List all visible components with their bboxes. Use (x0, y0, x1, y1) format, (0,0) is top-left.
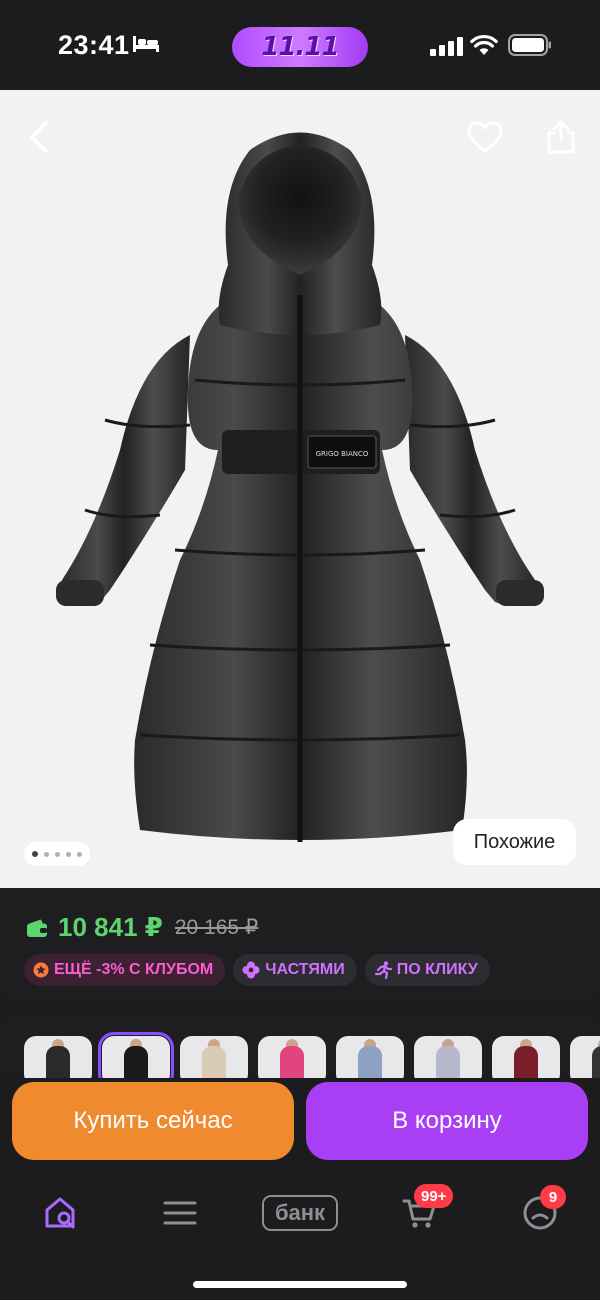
share-icon (547, 120, 575, 154)
similar-button[interactable]: Похожие (453, 819, 576, 865)
nav-bank[interactable]: банк (260, 1192, 340, 1234)
add-to-cart-button[interactable]: В корзину (306, 1082, 588, 1160)
pagination-dot (66, 851, 71, 857)
runner-icon (374, 961, 392, 979)
buy-now-button[interactable]: Купить сейчас (12, 1082, 294, 1160)
product-image-gallery[interactable]: GRIGO BIANCO Похожие (0, 90, 600, 890)
pagination-dot (55, 851, 60, 857)
current-price: 10 841 ₽ (58, 912, 163, 942)
menu-icon (163, 1201, 197, 1225)
back-button[interactable] (14, 112, 64, 162)
installments-badge[interactable]: ЧАСТЯМИ (233, 954, 357, 986)
price-card: 10 841 ₽ 20 165 ₽ ЕЩЁ -3% С КЛУБОМ ЧАСТЯ… (0, 888, 600, 1006)
belt-logo-text: GRIGO BIANCO (316, 450, 369, 458)
battery-icon (508, 34, 551, 56)
variants-card (0, 1012, 600, 1082)
badge-label: ПО КЛИКУ (396, 961, 478, 978)
nav-catalog[interactable] (156, 1192, 204, 1234)
variant-thumbnail[interactable] (258, 1036, 326, 1082)
product-photo: GRIGO BIANCO (56, 132, 544, 842)
old-price: 20 165 ₽ (174, 916, 259, 939)
variant-thumbnail[interactable] (336, 1036, 404, 1082)
nav-home[interactable] (37, 1192, 85, 1234)
installments-icon (242, 961, 260, 979)
variant-thumbnail[interactable] (180, 1036, 248, 1082)
pagination-dot (44, 851, 49, 857)
share-button[interactable] (536, 112, 586, 162)
price-row: 10 841 ₽ 20 165 ₽ (26, 912, 258, 943)
home-indicator (193, 1281, 407, 1288)
variant-thumbnail[interactable] (24, 1036, 92, 1082)
variant-thumbnail-selected[interactable] (98, 1032, 174, 1082)
pagination-dot (77, 851, 82, 857)
variant-thumbnail[interactable] (492, 1036, 560, 1082)
bank-logo: банк (262, 1195, 338, 1231)
chevron-left-icon (30, 121, 48, 153)
heart-icon (467, 121, 503, 153)
signal-icon (430, 37, 463, 56)
badge-label: ЧАСТЯМИ (265, 961, 345, 978)
wifi-icon (470, 34, 498, 55)
profile-notification-badge: 9 (540, 1185, 566, 1209)
status-time: 23:41 (58, 30, 130, 60)
pagination-dot (32, 851, 38, 857)
favorite-button[interactable] (460, 112, 510, 162)
promo-badges: ЕЩЁ -3% С КЛУБОМ ЧАСТЯМИ ПО КЛИКУ (24, 954, 490, 986)
variant-thumbnail[interactable] (414, 1036, 482, 1082)
status-bar: 23:41 11.11 (0, 0, 600, 90)
sleep-mode-icon (133, 36, 159, 52)
variant-thumbnails (24, 1032, 600, 1082)
promo-pill[interactable]: 11.11 (232, 27, 368, 67)
wallet-icon (27, 919, 47, 937)
bottom-navigation: банк 99+ 9 (0, 1168, 600, 1300)
promo-label: 11.11 (261, 32, 339, 62)
badge-label: ЕЩЁ -3% С КЛУБОМ (54, 961, 214, 978)
one-click-badge[interactable]: ПО КЛИКУ (364, 954, 490, 986)
cart-count-badge: 99+ (414, 1184, 454, 1208)
action-bar: Купить сейчас В корзину (0, 1078, 600, 1168)
home-search-icon (45, 1197, 75, 1229)
variant-thumbnail[interactable] (570, 1036, 600, 1082)
club-discount-badge[interactable]: ЕЩЁ -3% С КЛУБОМ (24, 954, 226, 986)
club-icon (33, 962, 49, 978)
gallery-pagination (24, 842, 90, 866)
